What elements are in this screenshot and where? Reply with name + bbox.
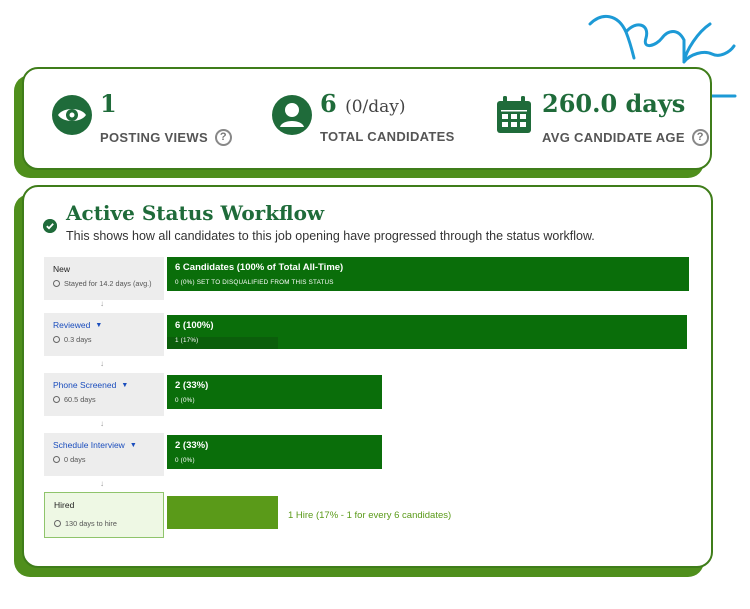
status-name: Hired <box>54 500 75 510</box>
clock-icon <box>53 280 60 287</box>
status-name[interactable]: Reviewed <box>53 320 90 330</box>
workflow-description: This shows how all candidates to this jo… <box>66 229 595 243</box>
flow-arrow-icon: ↓ <box>100 419 104 428</box>
total-candidates-count: 6 <box>320 89 337 118</box>
status-name[interactable]: Schedule Interview <box>53 440 125 450</box>
status-duration-text: 0 days <box>64 455 86 464</box>
person-icon <box>272 95 312 135</box>
status-bar-new[interactable]: 6 Candidates (100% of Total All-Time) 0 … <box>167 257 689 291</box>
clock-icon <box>54 520 61 527</box>
status-duration-text: 0.3 days <box>64 335 92 344</box>
help-icon[interactable]: ? <box>691 129 709 146</box>
caret-down-icon[interactable]: ▼ <box>130 442 137 449</box>
bar-main-label: 2 (33%) <box>175 380 209 391</box>
hire-summary: 1 Hire (17% - 1 for every 6 candidates) <box>288 510 452 521</box>
bar-main-label: 6 Candidates (100% of Total All-Time) <box>175 262 344 273</box>
clock-icon <box>53 396 60 403</box>
hire-bar <box>167 496 278 529</box>
status-duration-text: Stayed for 14.2 days (avg.) <box>64 279 152 288</box>
total-candidates-value: 6 (0/day) <box>320 89 406 118</box>
clock-icon <box>53 336 60 343</box>
status-duration: Stayed for 14.2 days (avg.) <box>53 279 155 288</box>
bar-sub-label: 0 (0%) <box>175 397 195 404</box>
status-new: New Stayed for 14.2 days (avg.) <box>44 257 164 300</box>
status-name-link[interactable]: Reviewed ▼ <box>53 320 155 330</box>
status-duration: 0.3 days <box>53 335 155 344</box>
bar-main-label: 2 (33%) <box>175 440 209 451</box>
total-candidates-label: TOTAL CANDIDATES <box>320 129 455 144</box>
eye-icon <box>52 95 92 135</box>
calendar-icon <box>497 96 531 133</box>
bar-sub-label: 1 (17%) <box>175 337 199 344</box>
status-duration-text: 60.5 days <box>64 395 96 404</box>
bar-sub-label: 0 (0%) SET TO DISQUALIFIED FROM THIS STA… <box>175 279 334 286</box>
clock-icon <box>53 456 60 463</box>
status-name-link[interactable]: Schedule Interview ▼ <box>53 440 155 450</box>
status-bar-reviewed[interactable]: 6 (100%) 1 (17%) <box>167 315 687 349</box>
status-duration: 0 days <box>53 455 155 464</box>
status-schedule-interview: Schedule Interview ▼ 0 days <box>44 433 164 476</box>
status-name-link[interactable]: Phone Screened ▼ <box>53 380 155 390</box>
bar-main-label: 6 (100%) <box>175 320 214 331</box>
bar-sub-label: 0 (0%) <box>175 457 195 464</box>
caret-down-icon[interactable]: ▼ <box>121 382 128 389</box>
status-bar-schedule-interview[interactable]: 2 (33%) 0 (0%) <box>167 435 382 469</box>
stats-card: 1 POSTING VIEWS ? 6 (0/day) TOTAL CANDID… <box>22 67 712 170</box>
total-candidates-rate: (0/day) <box>345 97 406 117</box>
status-reviewed: Reviewed ▼ 0.3 days <box>44 313 164 356</box>
flow-arrow-icon: ↓ <box>100 479 104 488</box>
posting-views-label: POSTING VIEWS ? <box>100 129 232 146</box>
avg-candidate-age-value: 260.0 days <box>542 89 686 118</box>
posting-views-label-text: POSTING VIEWS <box>100 130 208 145</box>
caret-down-icon[interactable]: ▼ <box>95 322 102 329</box>
flow-arrow-icon: ↓ <box>100 299 104 308</box>
workflow-title: Active Status Workflow <box>66 201 325 225</box>
status-duration: 130 days to hire <box>54 519 154 528</box>
status-duration-text: 130 days to hire <box>65 519 117 528</box>
avg-candidate-age-label: AVG CANDIDATE AGE ? <box>542 129 709 146</box>
status-duration: 60.5 days <box>53 395 155 404</box>
help-icon[interactable]: ? <box>214 129 232 146</box>
flow-arrow-icon: ↓ <box>100 359 104 368</box>
status-phone-screened: Phone Screened ▼ 60.5 days <box>44 373 164 416</box>
posting-views-value: 1 <box>100 89 117 118</box>
check-circle-icon <box>43 219 57 233</box>
status-bar-phone-screened[interactable]: 2 (33%) 0 (0%) <box>167 375 382 409</box>
avg-candidate-age-label-text: AVG CANDIDATE AGE <box>542 130 685 145</box>
workflow-card: Active Status Workflow This shows how al… <box>22 185 713 568</box>
status-name[interactable]: Phone Screened <box>53 380 116 390</box>
status-name: New <box>53 264 71 274</box>
status-hired: Hired 130 days to hire <box>44 492 164 538</box>
